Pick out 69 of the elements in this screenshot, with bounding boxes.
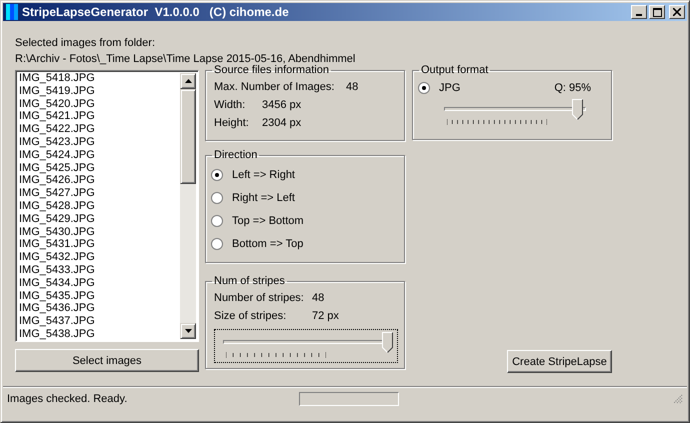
radio-button[interactable] xyxy=(418,82,430,94)
file-item[interactable]: IMG_5419.JPG xyxy=(19,84,180,98)
file-item[interactable]: IMG_5418.JPG xyxy=(19,72,180,85)
file-list[interactable] xyxy=(15,70,199,342)
file-item[interactable]: IMG_5421.JPG xyxy=(19,110,180,124)
radio-label[interactable]: Top => Bottom xyxy=(232,214,304,226)
info-value: 48 xyxy=(346,80,360,95)
info-label: Number of stripes: xyxy=(214,291,305,306)
info-value: 72 px xyxy=(312,309,340,324)
close-icon xyxy=(673,8,681,16)
group-title: Num of stripes xyxy=(213,275,286,287)
scrollbar[interactable] xyxy=(180,73,196,339)
radio-label[interactable]: Left => Right xyxy=(232,168,295,180)
file-item[interactable]: IMG_5432.JPG xyxy=(19,251,180,264)
close-button[interactable] xyxy=(669,5,685,19)
app-icon xyxy=(6,4,18,20)
file-item[interactable]: IMG_5438.JPG xyxy=(19,328,180,341)
slider-thumb[interactable] xyxy=(382,332,393,353)
file-item[interactable]: IMG_5424.JPG xyxy=(19,148,180,162)
info-label: Width: xyxy=(214,98,246,113)
folder-label: Selected images from folder: xyxy=(15,36,156,51)
file-item[interactable]: IMG_5425.JPG xyxy=(19,162,180,174)
file-item[interactable]: IMG_5437.JPG xyxy=(19,315,180,328)
info-value: 2304 px xyxy=(262,116,302,131)
radio-button[interactable] xyxy=(211,214,223,226)
file-item[interactable]: IMG_5428.JPG xyxy=(19,200,180,213)
file-item[interactable]: IMG_5426.JPG xyxy=(19,174,180,188)
file-item[interactable]: IMG_5427.JPG xyxy=(19,187,180,200)
folder-path: R:\Archiv - Fotos\_Time Lapse\Time Lapse 2015-05-16, Abendhimmel xyxy=(15,52,356,65)
stripes-slider[interactable] xyxy=(214,329,398,363)
file-item[interactable]: IMG_5422.JPG xyxy=(19,123,180,136)
radio-button[interactable] xyxy=(211,238,223,250)
radio-label[interactable]: Right => Left xyxy=(232,192,295,204)
create-stripelapse-button[interactable]: Create StripeLapse xyxy=(507,350,612,373)
file-item[interactable]: IMG_5423.JPG xyxy=(19,136,180,149)
select-images-button[interactable]: Select images xyxy=(15,349,199,372)
info-value: 3456 px xyxy=(262,98,302,113)
file-item[interactable]: IMG_5420.JPG xyxy=(19,98,180,110)
info-value: 48 xyxy=(312,291,326,306)
info-label: Height: xyxy=(214,116,250,131)
slider-thumb[interactable] xyxy=(572,99,583,120)
file-item[interactable]: IMG_5435.JPG xyxy=(19,290,180,302)
file-item[interactable]: IMG_5430.JPG xyxy=(19,226,180,238)
scroll-down-button[interactable] xyxy=(180,323,196,339)
file-item[interactable]: IMG_5429.JPG xyxy=(19,212,180,226)
file-item[interactable]: IMG_5433.JPG xyxy=(19,264,180,277)
down-arrow-icon xyxy=(184,329,192,333)
maximize-button[interactable] xyxy=(649,5,665,19)
resize-grip-icon xyxy=(673,394,683,404)
radio-label[interactable]: Bottom => Top xyxy=(232,238,304,250)
radio-button[interactable] xyxy=(211,192,223,204)
scroll-up-button[interactable] xyxy=(180,73,196,89)
group-title: Direction xyxy=(213,149,258,161)
quality-value: Q: 95% xyxy=(554,82,591,94)
minimize-button[interactable] xyxy=(631,5,647,19)
group-title: Source files information xyxy=(214,64,330,76)
group-title: Output format xyxy=(420,64,490,76)
maximize-icon xyxy=(652,8,662,16)
status-text: Images checked. Ready. xyxy=(7,393,128,405)
info-label: Max. Number of Images: xyxy=(214,80,336,95)
radio-label[interactable]: JPG xyxy=(439,82,460,94)
file-item[interactable]: IMG_5431.JPG xyxy=(19,238,180,252)
radio-button[interactable] xyxy=(211,168,223,180)
info-label: Size of stripes: xyxy=(214,309,288,324)
file-item[interactable]: IMG_5436.JPG xyxy=(19,302,180,316)
up-arrow-icon xyxy=(184,79,192,83)
scroll-thumb[interactable] xyxy=(180,89,196,184)
file-item[interactable]: IMG_5434.JPG xyxy=(19,276,180,290)
window-title: StripeLapseGenerator V1.0.0.0 (C) cihome.de xyxy=(22,5,290,19)
